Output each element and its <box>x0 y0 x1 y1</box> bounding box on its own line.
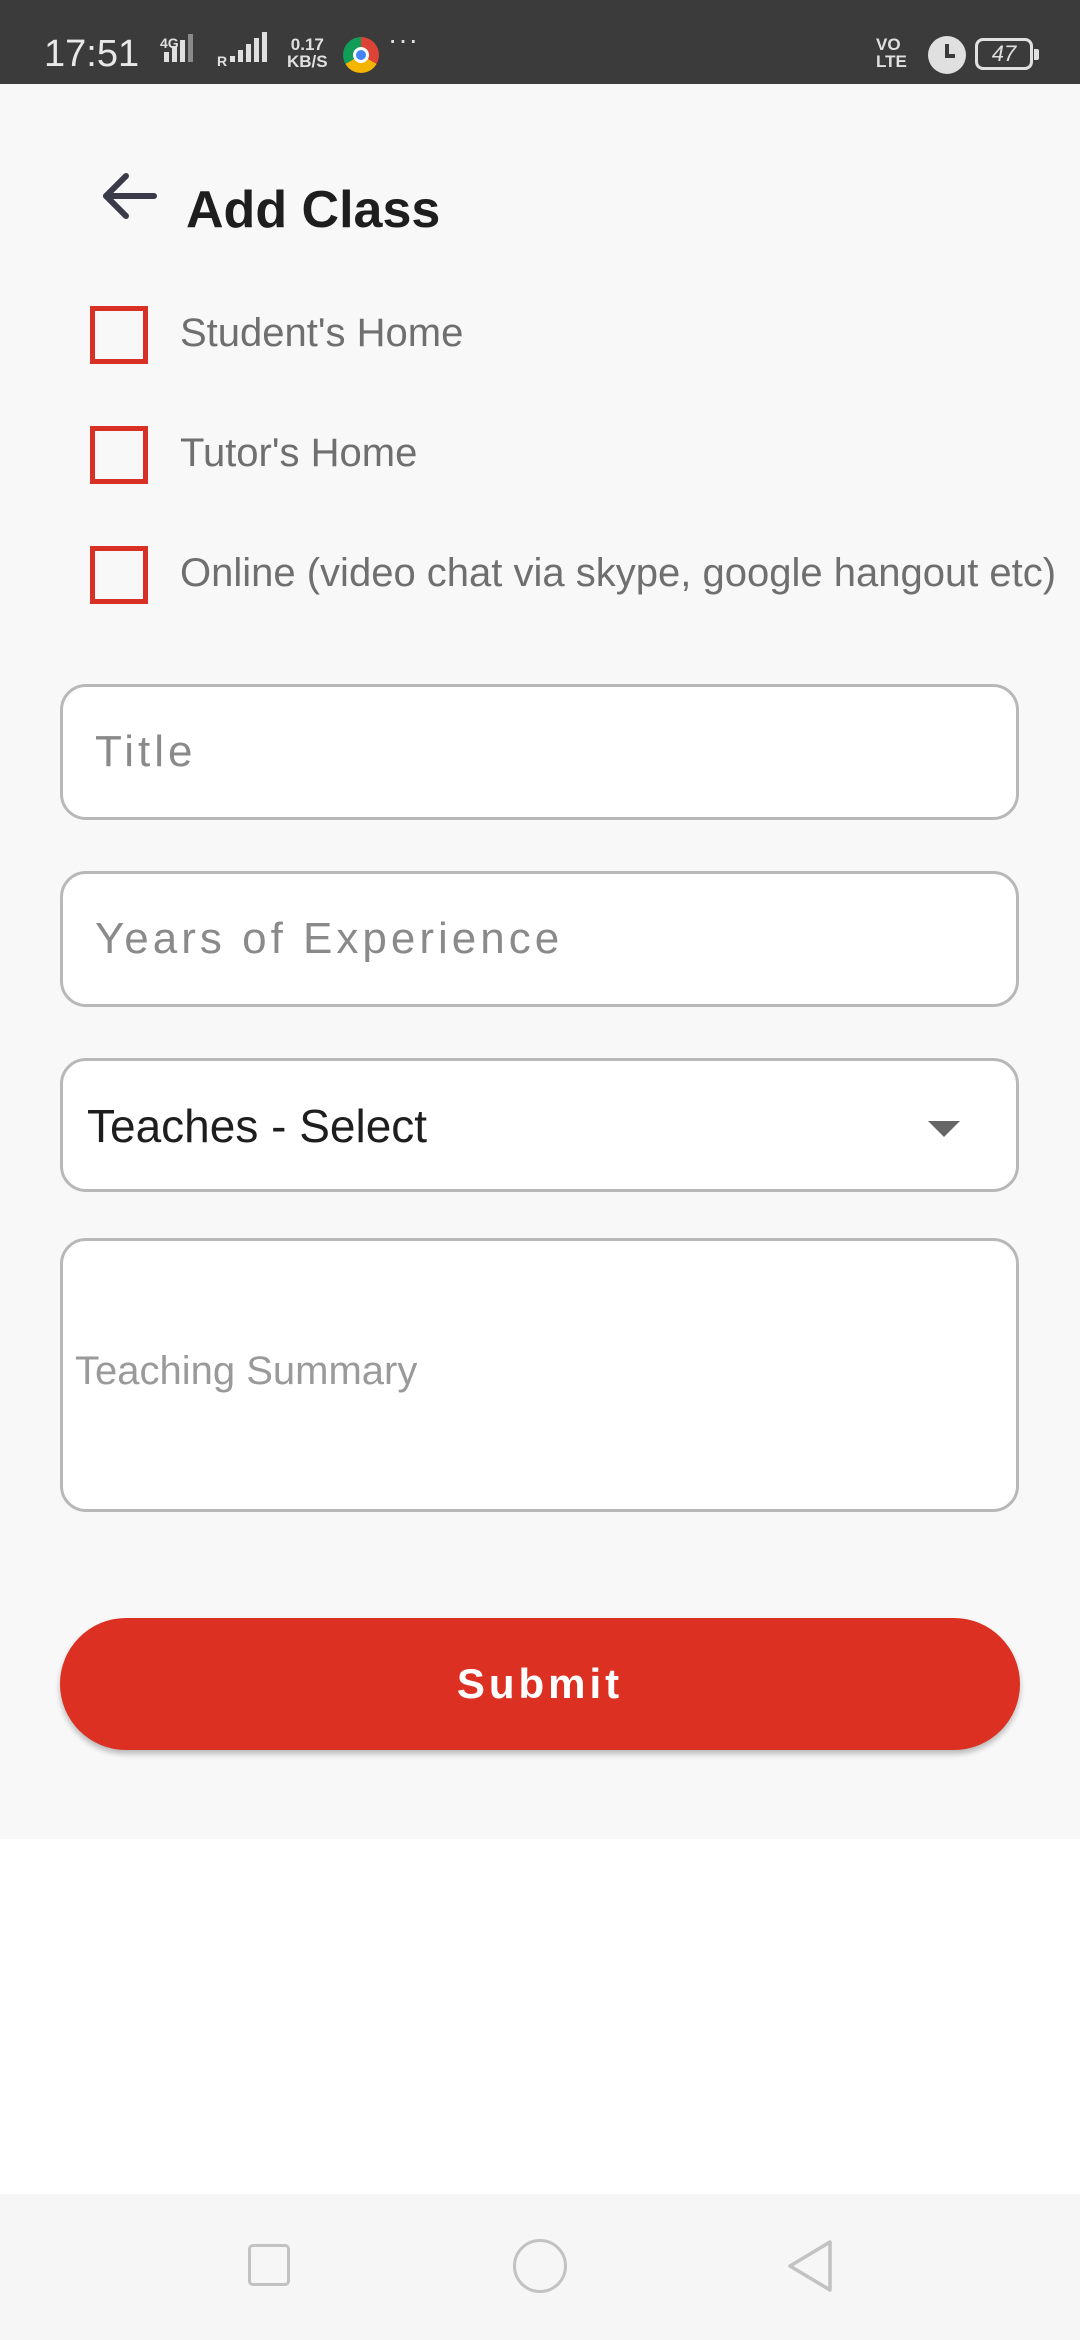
status-time: 17:51 <box>44 33 140 75</box>
network-speed-value: 0.17 <box>290 35 324 54</box>
online-checkbox[interactable] <box>90 546 148 604</box>
arrow-left-icon <box>103 173 157 219</box>
back-triangle-icon[interactable] <box>786 2238 834 2294</box>
volte-top: VO <box>876 35 901 54</box>
option-tutors-home[interactable]: Tutor's Home <box>90 426 1030 486</box>
years-of-experience-input[interactable]: Years of Experience <box>60 871 1019 1007</box>
online-label: Online (video chat via skype, google han… <box>180 551 1057 595</box>
submit-button[interactable]: Submit <box>60 1618 1020 1750</box>
students-home-checkbox[interactable] <box>90 306 148 364</box>
years-of-experience-placeholder: Years of Experience <box>95 914 564 963</box>
teaches-select[interactable]: Teaches - Select <box>60 1058 1019 1192</box>
title-placeholder: Title <box>95 727 197 776</box>
status-bar: 17:51 4G R 0.17 KB/S ··· VO LTE 47 <box>0 0 1080 84</box>
roaming-label: R <box>217 53 228 69</box>
network-speed-unit: KB/S <box>287 52 328 71</box>
title-input[interactable]: Title <box>60 684 1019 820</box>
students-home-label: Student's Home <box>180 311 464 355</box>
dropdown-caret-icon <box>928 1121 960 1137</box>
tutors-home-checkbox[interactable] <box>90 426 148 484</box>
signal-strength-icon <box>164 34 193 62</box>
alarm-clock-icon <box>928 36 966 74</box>
home-circle-icon[interactable] <box>513 2239 567 2293</box>
more-notifications-icon: ··· <box>388 24 419 55</box>
chrome-icon <box>343 37 379 73</box>
page-title: Add Class <box>186 181 441 239</box>
teaching-summary-placeholder: Teaching Summary <box>75 1349 418 1393</box>
option-students-home[interactable]: Student's Home <box>90 306 1030 366</box>
network-speed: 0.17 KB/S <box>287 36 328 70</box>
teaching-summary-textarea[interactable]: Teaching Summary <box>60 1238 1019 1512</box>
signal-strength-2-icon <box>230 32 267 62</box>
tutors-home-label: Tutor's Home <box>180 431 418 475</box>
volte-bottom: LTE <box>876 52 907 71</box>
teaches-select-value: Teaches - Select <box>87 1100 428 1152</box>
system-nav-bar <box>0 2194 1080 2340</box>
volte-indicator: VO LTE <box>876 36 907 70</box>
add-class-screen: Add Class Student's Home Tutor's Home On… <box>0 84 1080 1839</box>
option-online[interactable]: Online (video chat via skype, google han… <box>90 546 1056 656</box>
recents-square-icon[interactable] <box>248 2244 290 2286</box>
battery-icon: 47 <box>975 38 1039 70</box>
back-button[interactable] <box>90 164 170 244</box>
